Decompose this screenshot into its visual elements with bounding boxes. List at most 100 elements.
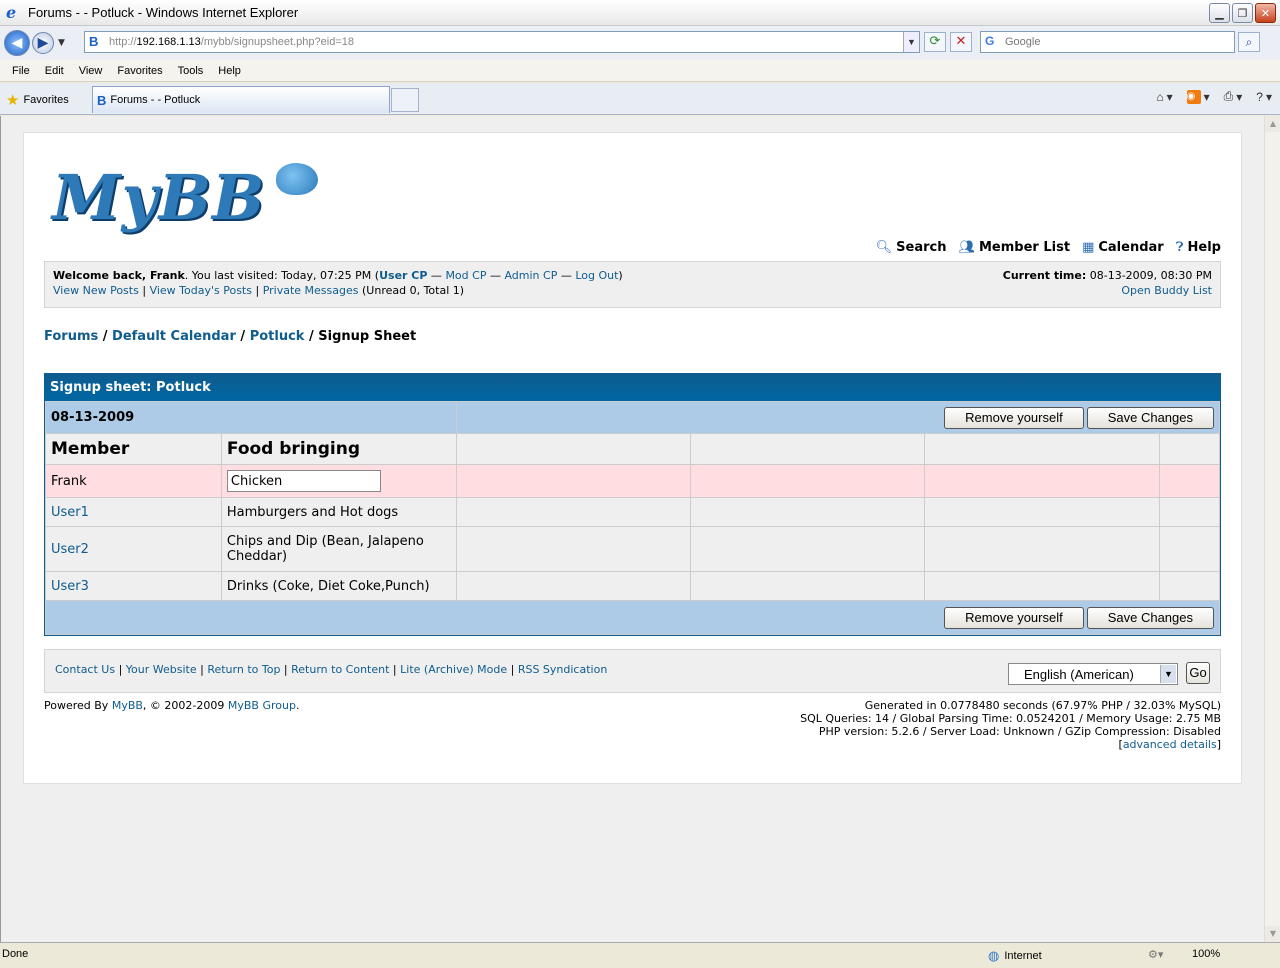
protected-mode-icon[interactable]: ⚙▾ xyxy=(1148,948,1163,961)
last-visit: . You last visited: Today, 07:25 PM ( xyxy=(184,269,380,282)
mybb-group-link[interactable]: MyBB Group xyxy=(228,699,296,712)
col-food: Food bringing xyxy=(220,433,457,465)
search-link[interactable]: 🔍︎ Search xyxy=(876,240,947,255)
return-to-top-link[interactable]: Return to Top xyxy=(207,663,280,676)
buddy-list-link[interactable]: Open Buddy List xyxy=(1121,284,1212,297)
search-label: Search xyxy=(896,240,947,255)
tab-active[interactable]: B Forums - - Potluck xyxy=(92,86,390,113)
tab-bar: ★ Favorites B Forums - - Potluck ⌂ ▾ ◉ ▾ ⎙… xyxy=(0,83,1280,115)
go-button[interactable]: Go xyxy=(1186,662,1210,684)
ie-logo-icon: e xyxy=(6,2,17,22)
favorites-button[interactable]: ★ Favorites xyxy=(6,91,69,109)
menu-tools[interactable]: Tools xyxy=(175,65,207,77)
help-icon: ? xyxy=(1256,89,1263,104)
todays-posts-link[interactable]: View Today's Posts xyxy=(150,284,252,297)
menu-file[interactable]: File xyxy=(9,65,33,77)
window-controls: ▁ ❐ ✕ xyxy=(1209,3,1276,23)
stop-button[interactable]: ✕ xyxy=(950,32,972,52)
admincp-link[interactable]: Admin CP xyxy=(504,269,557,282)
back-button[interactable]: ◀ xyxy=(4,30,30,56)
home-icon: ⌂ xyxy=(1156,89,1164,104)
scroll-up-icon[interactable]: ▲ xyxy=(1265,116,1280,132)
chevron-down-icon: ▼ xyxy=(1160,665,1176,683)
food-input[interactable] xyxy=(226,470,381,492)
tab-label: Forums - - Potluck xyxy=(110,94,201,106)
memberlist-link[interactable]: 👥︎ Member List xyxy=(958,240,1070,255)
new-tab-button[interactable] xyxy=(391,88,419,112)
vertical-scrollbar[interactable]: ▲ ▼ xyxy=(1264,116,1280,942)
language-select[interactable]: English (American) ▼ xyxy=(1008,663,1178,685)
return-to-content-link[interactable]: Return to Content xyxy=(291,663,389,676)
advanced-details-link[interactable]: advanced details xyxy=(1123,738,1217,751)
modcp-link[interactable]: Mod CP xyxy=(445,269,486,282)
footer-links-bar: Contact Us | Your Website | Return to To… xyxy=(44,649,1221,693)
menu-help[interactable]: Help xyxy=(215,65,244,77)
pm-counts: (Unread 0, Total 1) xyxy=(362,284,465,297)
lite-mode-link[interactable]: Lite (Archive) Mode xyxy=(400,663,507,676)
member-link[interactable]: User2 xyxy=(51,542,89,557)
help-button[interactable]: ? ▾ xyxy=(1256,90,1272,104)
sep: — xyxy=(427,269,446,282)
close-icon[interactable]: ✕ xyxy=(1255,3,1276,23)
breadcrumb-potluck[interactable]: Potluck xyxy=(250,329,305,344)
table-row: User1 Hamburgers and Hot dogs xyxy=(45,497,1220,527)
remove-yourself-button-bottom[interactable]: Remove yourself xyxy=(944,606,1084,629)
logout-link[interactable]: Log Out xyxy=(575,269,618,282)
save-changes-button-top[interactable]: Save Changes xyxy=(1086,406,1214,429)
rss-icon: ◉ xyxy=(1186,89,1201,104)
url-host: 192.168.1.13 xyxy=(136,36,201,48)
zone-label: Internet xyxy=(1004,950,1042,962)
home-button[interactable]: ⌂ ▾ xyxy=(1156,90,1172,104)
search-placeholder: Google xyxy=(1005,36,1041,48)
refresh-button[interactable]: ⟳ xyxy=(924,32,946,52)
breadcrumb-calendar[interactable]: Default Calendar xyxy=(112,329,236,344)
scroll-down-icon[interactable]: ▼ xyxy=(1265,926,1280,942)
menu-view[interactable]: View xyxy=(76,65,106,77)
search-input[interactable]: G Google xyxy=(980,31,1235,53)
help-link[interactable]: ❓︎ Help xyxy=(1176,240,1221,255)
maximize-icon[interactable]: ❐ xyxy=(1232,3,1253,23)
security-zone[interactable]: ◍ Internet xyxy=(988,948,1042,964)
top-links: 🔍︎ Search 👥︎ Member List ▦ Calendar ❓︎ Help xyxy=(876,240,1221,255)
window-title: Forums - - Potluck - Windows Internet Ex… xyxy=(28,5,299,20)
welcome-user: Frank xyxy=(149,269,185,282)
usercp-link[interactable]: User CP xyxy=(379,269,427,282)
address-dropdown-icon[interactable]: ▼ xyxy=(903,32,919,52)
search-icon: 🔍︎ xyxy=(875,240,893,255)
food-cell: Hamburgers and Hot dogs xyxy=(220,497,457,527)
feeds-button[interactable]: ◉ ▾ xyxy=(1186,89,1210,104)
menu-edit[interactable]: Edit xyxy=(42,65,67,77)
address-bar[interactable]: B http://192.168.1.13/mybb/signupsheet.p… xyxy=(84,31,920,53)
print-button[interactable]: ⎙ ▾ xyxy=(1224,89,1243,104)
status-bar: Done ◍ Internet ⚙▾ 100% xyxy=(0,942,1280,968)
welcome-panel: Welcome back, Frank. You last visited: T… xyxy=(44,261,1221,308)
your-website-link[interactable]: Your Website xyxy=(126,663,197,676)
calendar-link[interactable]: ▦ Calendar xyxy=(1082,240,1164,255)
breadcrumb-forums[interactable]: Forums xyxy=(44,329,98,344)
history-dropdown-icon[interactable]: ▼ xyxy=(58,38,65,48)
food-cell: Drinks (Coke, Diet Coke,Punch) xyxy=(220,571,457,601)
zoom-level[interactable]: 100% xyxy=(1192,948,1220,960)
new-posts-link[interactable]: View New Posts xyxy=(53,284,139,297)
member-link[interactable]: User3 xyxy=(51,579,89,594)
mybb-link[interactable]: MyBB xyxy=(112,699,143,712)
search-go-icon[interactable]: ⌕ xyxy=(1238,32,1260,52)
member-link[interactable]: User1 xyxy=(51,505,89,520)
mybb-logo[interactable]: MyBB xyxy=(52,161,318,234)
remove-yourself-button-top[interactable]: Remove yourself xyxy=(944,406,1084,429)
menu-bar: File Edit View Favorites Tools Help xyxy=(0,60,1280,82)
time-panel: Current time: 08-13-2009, 08:30 PM Open … xyxy=(1003,268,1212,298)
powered-by: Powered By MyBB, © 2002-2009 MyBB Group. xyxy=(44,699,299,712)
logo-text: MyBB xyxy=(52,161,266,234)
breadcrumb: Forums / Default Calendar / Potluck / Si… xyxy=(44,329,417,344)
language-value: English (American) xyxy=(1024,667,1134,682)
event-date: 08-13-2009 xyxy=(45,401,457,434)
save-changes-button-bottom[interactable]: Save Changes xyxy=(1086,606,1214,629)
contact-us-link[interactable]: Contact Us xyxy=(55,663,115,676)
menu-favorites[interactable]: Favorites xyxy=(114,65,165,77)
sep: — xyxy=(557,269,576,282)
forward-button[interactable]: ▶ xyxy=(32,32,54,54)
minimize-icon[interactable]: ▁ xyxy=(1209,3,1230,23)
rss-syndication-link[interactable]: RSS Syndication xyxy=(518,663,607,676)
private-messages-link[interactable]: Private Messages xyxy=(263,284,359,297)
